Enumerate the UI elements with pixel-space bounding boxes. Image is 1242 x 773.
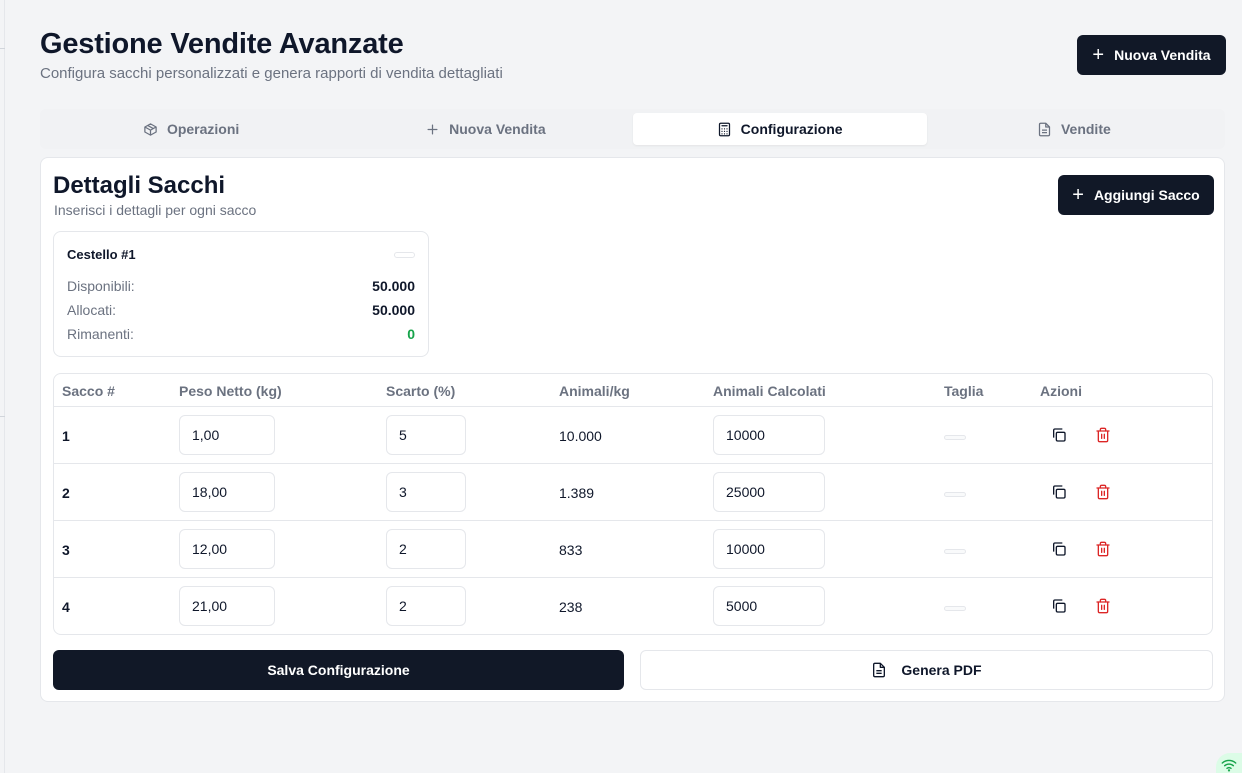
file-text-icon bbox=[1038, 122, 1051, 136]
tab-label: Vendite bbox=[1060, 121, 1111, 137]
net-weight-input[interactable]: 1,00 bbox=[179, 415, 275, 455]
new-sale-label: Nuova Vendita bbox=[1114, 47, 1211, 63]
tab-nuova-vendita[interactable]: Nuova Vendita bbox=[338, 113, 632, 145]
waste-input[interactable]: 2 bbox=[386, 529, 466, 569]
animals-per-kg: 238 bbox=[559, 599, 583, 615]
divider bbox=[0, 416, 5, 417]
size-badge bbox=[944, 492, 966, 497]
file-text-icon bbox=[873, 662, 886, 678]
calculator-icon bbox=[718, 122, 730, 136]
column-header: Sacco # bbox=[62, 383, 115, 399]
size-badge bbox=[944, 606, 966, 611]
page-title: Gestione Vendite Avanzate bbox=[40, 28, 404, 60]
stat-label: Disponibili: bbox=[67, 278, 135, 294]
tab-label: Operazioni bbox=[166, 121, 240, 137]
plus-icon: + bbox=[1092, 44, 1105, 66]
trash-icon[interactable] bbox=[1095, 427, 1111, 443]
tab-label: Nuova Vendita bbox=[449, 121, 546, 137]
add-bag-label: Aggiungi Sacco bbox=[1093, 187, 1200, 203]
table-row: 3 12,00 2 833 10000 bbox=[54, 521, 1212, 578]
net-weight-input[interactable]: 12,00 bbox=[179, 529, 275, 569]
copy-icon[interactable] bbox=[1051, 484, 1067, 500]
bags-table: Sacco # Peso Netto (kg) Scarto (%) Anima… bbox=[53, 373, 1213, 635]
calculated-animals-input[interactable]: 10000 bbox=[713, 529, 825, 569]
box-icon bbox=[144, 122, 157, 136]
bag-details-card: Dettagli Sacchi Inserisci i dettagli per… bbox=[40, 157, 1225, 702]
column-header: Animali/kg bbox=[559, 383, 630, 399]
table-row: 4 21,00 2 238 5000 bbox=[54, 578, 1212, 634]
waste-input[interactable]: 3 bbox=[386, 472, 466, 512]
net-weight-input[interactable]: 21,00 bbox=[179, 586, 275, 626]
card-title: Dettagli Sacchi bbox=[53, 172, 226, 199]
stat-value: 50.000 bbox=[372, 278, 415, 294]
generate-pdf-button[interactable]: Genera PDF bbox=[640, 650, 1213, 690]
page-subtitle: Configura sacchi personalizzati e genera… bbox=[40, 65, 503, 82]
trash-icon[interactable] bbox=[1095, 541, 1111, 557]
save-configuration-button[interactable]: Salva Configurazione bbox=[53, 650, 624, 690]
size-badge bbox=[944, 435, 966, 440]
column-header: Azioni bbox=[1040, 383, 1082, 399]
bag-number: 4 bbox=[62, 599, 70, 615]
table-row: 1 1,00 5 10.000 10000 bbox=[54, 407, 1212, 464]
cestello-summary: Cestello #1 Disponibili: 50.000 Allocati… bbox=[53, 231, 429, 357]
calculated-animals-input[interactable]: 5000 bbox=[713, 586, 825, 626]
table-row: 2 18,00 3 1.389 25000 bbox=[54, 464, 1212, 521]
cestello-title: Cestello #1 bbox=[67, 247, 136, 262]
wifi-icon bbox=[1221, 759, 1237, 772]
column-header: Taglia bbox=[944, 383, 984, 399]
bag-number: 1 bbox=[62, 428, 70, 444]
stat-label: Rimanenti: bbox=[67, 326, 134, 342]
trash-icon[interactable] bbox=[1095, 484, 1111, 500]
copy-icon[interactable] bbox=[1051, 541, 1067, 557]
new-sale-button[interactable]: + Nuova Vendita bbox=[1077, 35, 1226, 75]
divider bbox=[0, 48, 5, 49]
animals-per-kg: 833 bbox=[559, 542, 583, 558]
waste-input[interactable]: 2 bbox=[386, 586, 466, 626]
stat-available: Disponibili: 50.000 bbox=[67, 278, 415, 294]
copy-icon[interactable] bbox=[1051, 598, 1067, 614]
trash-icon[interactable] bbox=[1095, 598, 1111, 614]
card-subtitle: Inserisci i dettagli per ogni sacco bbox=[54, 202, 257, 218]
tab-operazioni[interactable]: Operazioni bbox=[44, 113, 338, 145]
page-header: Gestione Vendite Avanzate Configura sacc… bbox=[40, 28, 503, 82]
cestello-badge bbox=[394, 252, 415, 258]
calculated-animals-input[interactable]: 10000 bbox=[713, 415, 825, 455]
stat-label: Allocati: bbox=[67, 302, 117, 318]
bag-number: 2 bbox=[62, 485, 70, 501]
stat-remaining: Rimanenti: 0 bbox=[67, 326, 415, 342]
connection-status[interactable] bbox=[1216, 753, 1242, 773]
pdf-label: Genera PDF bbox=[901, 662, 982, 678]
plus-icon: + bbox=[1072, 184, 1084, 206]
tab-bar: Operazioni Nuova Vendita Configurazione … bbox=[40, 109, 1225, 149]
stat-value: 0 bbox=[407, 326, 415, 342]
calculated-animals-input[interactable]: 25000 bbox=[713, 472, 825, 512]
column-header: Animali Calcolati bbox=[713, 383, 826, 399]
save-label: Salva Configurazione bbox=[267, 662, 410, 678]
stat-value: 50.000 bbox=[372, 302, 415, 318]
stat-allocated: Allocati: 50.000 bbox=[67, 302, 415, 318]
column-header: Peso Netto (kg) bbox=[179, 383, 282, 399]
bag-number: 3 bbox=[62, 542, 70, 558]
tab-label: Configurazione bbox=[740, 121, 843, 137]
animals-per-kg: 10.000 bbox=[559, 428, 602, 444]
tab-configurazione[interactable]: Configurazione bbox=[632, 113, 927, 145]
left-edge-strip bbox=[0, 0, 5, 773]
table-header: Sacco # Peso Netto (kg) Scarto (%) Anima… bbox=[54, 374, 1212, 407]
column-header: Scarto (%) bbox=[386, 383, 456, 399]
animals-per-kg: 1.389 bbox=[559, 485, 595, 501]
copy-icon[interactable] bbox=[1051, 427, 1067, 443]
waste-input[interactable]: 5 bbox=[386, 415, 466, 455]
net-weight-input[interactable]: 18,00 bbox=[179, 472, 275, 512]
plus-icon bbox=[427, 124, 438, 134]
add-bag-button[interactable]: + Aggiungi Sacco bbox=[1058, 175, 1214, 215]
size-badge bbox=[944, 549, 966, 554]
tab-vendite[interactable]: Vendite bbox=[927, 113, 1221, 145]
